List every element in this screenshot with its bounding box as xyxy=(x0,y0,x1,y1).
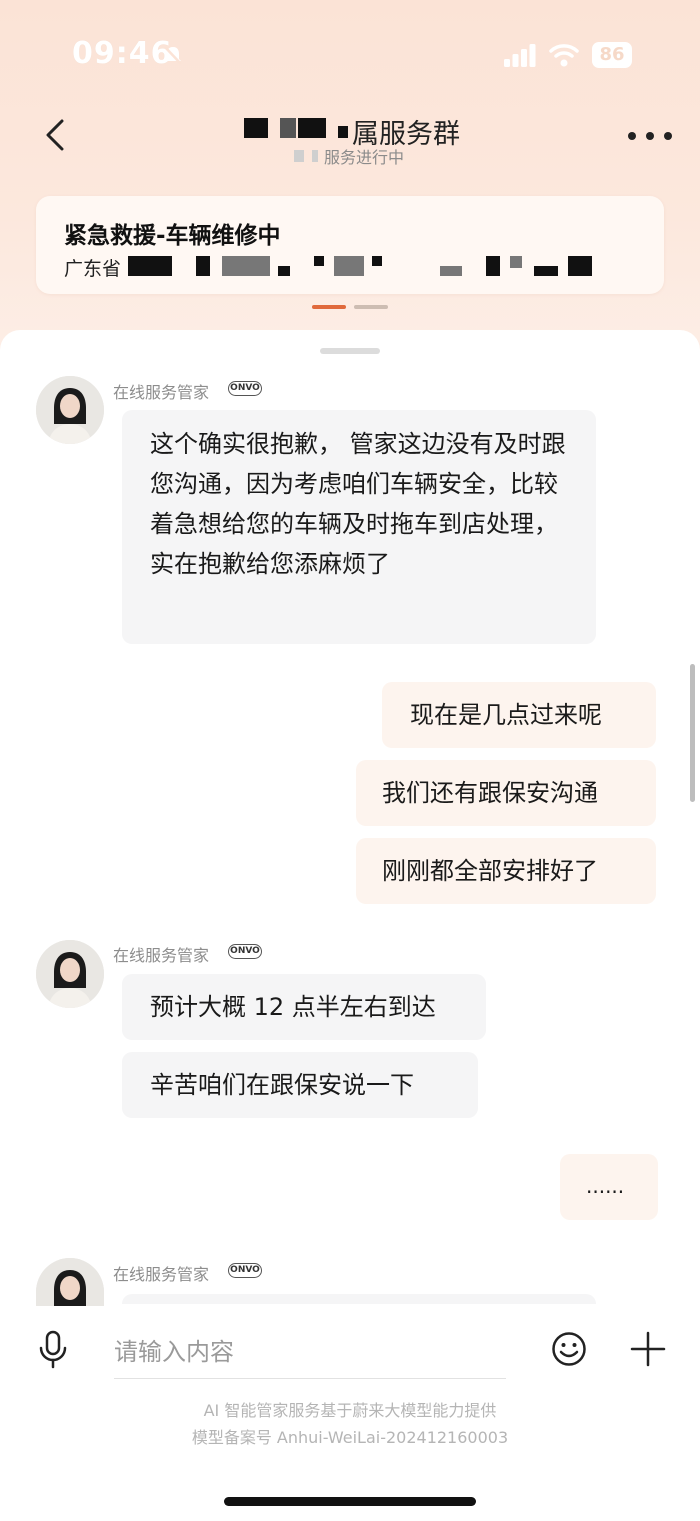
brand-badge: ONVO xyxy=(228,944,262,959)
model-registration: 模型备案号 Anhui-WeiLai-202412160003 xyxy=(191,1428,509,1447)
page-dot-active xyxy=(312,305,346,309)
agent-avatar[interactable] xyxy=(36,940,104,1008)
status-time: 09:46 xyxy=(72,36,173,71)
group-title: 属服务群 xyxy=(240,110,480,150)
service-card[interactable]: 紧急救援-车辆维修中 广东省 xyxy=(36,196,664,294)
status-bar: 09:46 86 xyxy=(0,0,700,110)
redaction-mask xyxy=(128,256,172,276)
sender-name: 在线服务管家 xyxy=(113,383,210,402)
brand-badge: ONVO xyxy=(228,1263,262,1278)
silent-bell-icon xyxy=(164,46,182,65)
plus-icon[interactable] xyxy=(630,1331,666,1367)
service-card-title: 紧急救援-车辆维修中 xyxy=(64,223,281,249)
redaction-mask xyxy=(244,118,268,138)
redaction-mask xyxy=(334,256,364,276)
emoji-icon[interactable] xyxy=(551,1331,587,1367)
user-message-bubble[interactable]: ...... xyxy=(560,1154,658,1220)
redaction-mask xyxy=(278,266,290,276)
sender-name: 在线服务管家 xyxy=(113,1265,210,1284)
back-button[interactable] xyxy=(40,118,74,152)
agent-message-bubble[interactable]: 辛苦咱们在跟保安说一下 xyxy=(122,1052,478,1118)
sender-name: 在线服务管家 xyxy=(113,946,210,965)
service-card-address: 广东省 xyxy=(64,258,122,280)
redaction-mask xyxy=(312,150,318,162)
brand-badge: ONVO xyxy=(228,381,262,396)
redaction-mask xyxy=(196,256,210,276)
redaction-mask xyxy=(314,256,324,266)
wifi-icon xyxy=(549,44,579,67)
battery-indicator: 86 xyxy=(592,42,632,68)
agent-message-bubble[interactable] xyxy=(122,1294,596,1304)
redaction-mask xyxy=(372,256,382,266)
redaction-mask xyxy=(298,118,326,138)
agent-message-bubble[interactable]: 这个确实很抱歉， 管家这边没有及时跟您沟通，因为考虑咱们车辆安全，比较着急想给您… xyxy=(122,410,596,644)
ai-disclaimer: AI 智能管家服务基于蔚来大模型能力提供 xyxy=(203,1401,497,1420)
agent-avatar[interactable] xyxy=(36,376,104,444)
redaction-mask xyxy=(534,266,558,276)
page-dot xyxy=(354,305,388,309)
redaction-mask xyxy=(280,118,296,138)
redaction-mask xyxy=(294,150,304,162)
input-underline xyxy=(114,1378,506,1379)
user-message-bubble[interactable]: 现在是几点过来呢 xyxy=(382,682,656,748)
home-indicator[interactable] xyxy=(224,1497,476,1506)
redaction-mask xyxy=(486,256,500,276)
redaction-mask xyxy=(440,266,462,276)
redaction-mask xyxy=(568,256,592,276)
drag-handle[interactable] xyxy=(320,348,380,354)
more-button[interactable] xyxy=(628,132,672,142)
signal-icon xyxy=(504,44,536,67)
service-status-text: 服务进行中 xyxy=(324,148,405,167)
message-input[interactable]: 请输入内容 xyxy=(114,1332,504,1366)
mic-icon[interactable] xyxy=(36,1330,70,1370)
scrollbar[interactable] xyxy=(690,664,695,802)
redaction-mask xyxy=(338,126,348,138)
agent-avatar[interactable] xyxy=(36,1258,104,1306)
redaction-mask xyxy=(222,256,270,276)
user-message-bubble[interactable]: 刚刚都全部安排好了 xyxy=(356,838,656,904)
redaction-mask xyxy=(510,256,522,268)
group-subtitle: 服务进行中 xyxy=(290,144,450,167)
agent-message-bubble[interactable]: 预计大概 12 点半左右到达 xyxy=(122,974,486,1040)
user-message-bubble[interactable]: 我们还有跟保安沟通 xyxy=(356,760,656,826)
